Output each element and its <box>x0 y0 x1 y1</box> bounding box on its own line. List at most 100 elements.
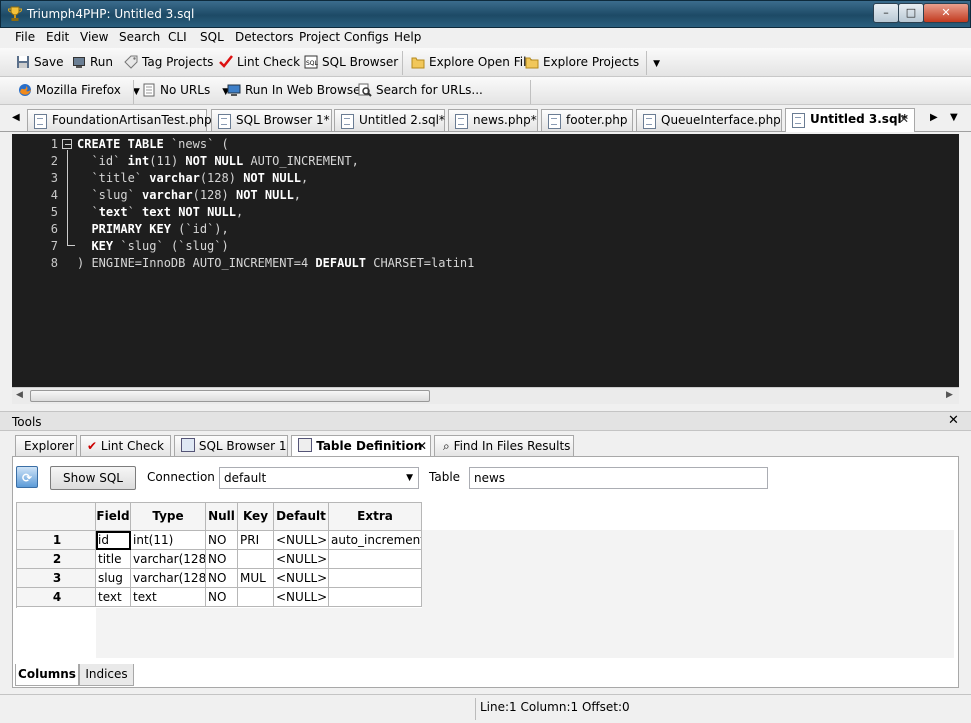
file-tab-bar: ◀ FoundationArtisanTest.php SQL Browser … <box>0 106 971 132</box>
close-window-button[interactable]: ✕ <box>923 3 969 23</box>
tag-projects-button[interactable]: Tag Projects <box>124 52 213 72</box>
menu-view[interactable]: View <box>80 30 108 44</box>
connection-label: Connection <box>147 470 215 484</box>
grid-cell-key[interactable] <box>238 588 274 607</box>
row-header[interactable]: 2 <box>17 550 96 569</box>
tab-indices[interactable]: Indices <box>79 664 134 686</box>
grid-cell-default[interactable]: <NULL> <box>274 588 329 607</box>
tab-foundation-artisan-test[interactable]: FoundationArtisanTest.php <box>27 109 212 131</box>
explore-open-file-button[interactable]: Explore Open File <box>411 52 534 72</box>
column-header[interactable]: Key <box>238 503 274 531</box>
show-sql-button[interactable]: Show SQL <box>50 466 136 490</box>
tag-projects-label: Tag Projects <box>142 55 214 69</box>
grid-cell-null[interactable]: NO <box>206 588 238 607</box>
row-header[interactable]: 4 <box>17 588 96 607</box>
search-for-urls-label: Search for URLs... <box>376 83 483 97</box>
browser-toolbar: Mozilla Firefox ▼ No URLs ▼ Run In Web Bro… <box>0 77 971 105</box>
column-header[interactable]: Field <box>96 503 131 531</box>
menu-file[interactable]: File <box>15 30 35 44</box>
grid-cell-null[interactable]: NO <box>206 569 238 588</box>
menu-edit[interactable]: Edit <box>46 30 69 44</box>
column-header[interactable]: Null <box>206 503 238 531</box>
urls-select[interactable]: No URLs ▼ <box>142 80 229 100</box>
file-icon <box>341 114 354 129</box>
tab-find-in-files-results[interactable]: ⌕ Find In Files Results <box>434 435 574 457</box>
search-for-urls-button[interactable]: Search for URLs... <box>358 80 483 100</box>
grid-cell-key[interactable] <box>238 550 274 569</box>
grid-cell-field[interactable]: title <box>96 550 131 569</box>
editor-horizontal-scrollbar[interactable]: ◀ ▶ <box>12 387 959 404</box>
table-input[interactable]: news <box>469 467 768 489</box>
scroll-left-icon[interactable]: ◀ <box>12 112 20 123</box>
grid-cell-null[interactable]: NO <box>206 550 238 569</box>
tab-sql-browser-1[interactable]: SQL Browser 1 <box>174 435 288 457</box>
grid-corner <box>17 503 96 531</box>
file-icon <box>643 114 656 129</box>
grid-cell-key[interactable]: PRI <box>238 531 274 550</box>
close-tab-icon[interactable]: ✕ <box>899 109 909 130</box>
grid-cell-extra[interactable] <box>329 569 422 588</box>
scroll-left-arrow-icon[interactable]: ◀ <box>16 390 23 400</box>
grid-cell-default[interactable]: <NULL> <box>274 550 329 569</box>
tab-label: Untitled 3.sql* <box>810 112 908 126</box>
grid-cell-default[interactable]: <NULL> <box>274 531 329 550</box>
tab-table-definition[interactable]: Table Definition ✕ <box>291 435 431 457</box>
column-header[interactable]: Default <box>274 503 329 531</box>
tab-queue-interface[interactable]: QueueInterface.php <box>636 109 782 131</box>
grid-cell-extra[interactable] <box>329 550 422 569</box>
tab-footer[interactable]: footer.php <box>541 109 633 131</box>
scroll-right-icon[interactable]: ▶ <box>930 112 938 123</box>
column-header[interactable]: Extra <box>329 503 422 531</box>
row-header[interactable]: 1 <box>17 531 96 550</box>
monitor-icon <box>227 84 241 96</box>
scroll-right-arrow-icon[interactable]: ▶ <box>946 390 953 400</box>
grid-cell-field[interactable]: id <box>96 531 131 550</box>
row-header[interactable]: 3 <box>17 569 96 588</box>
menu-search[interactable]: Search <box>119 30 160 44</box>
run-button[interactable]: Run <box>72 52 113 72</box>
menu-cli[interactable]: CLI <box>168 30 187 44</box>
grid-cell-default[interactable]: <NULL> <box>274 569 329 588</box>
menu-project-configs[interactable]: Project Configs <box>299 30 389 44</box>
grid-cell-type[interactable]: varchar(128) <box>131 569 206 588</box>
save-button[interactable]: Save <box>16 52 63 72</box>
close-tab-icon[interactable]: ✕ <box>417 436 427 456</box>
explore-projects-button[interactable]: Explore Projects ▼ <box>525 52 660 72</box>
tab-lint-check[interactable]: ✔ Lint Check <box>80 435 171 457</box>
menu-help[interactable]: Help <box>394 30 421 44</box>
grid-cell-type[interactable]: text <box>131 588 206 607</box>
code-line: PRIMARY KEY (`id`), <box>91 222 229 236</box>
minimize-button[interactable]: – <box>873 3 899 23</box>
menu-sql[interactable]: SQL <box>200 30 224 44</box>
tab-sql-browser-1[interactable]: SQL Browser 1* <box>211 109 332 131</box>
maximize-button[interactable]: □ <box>898 3 924 23</box>
refresh-button[interactable]: ⟳ <box>16 466 38 488</box>
close-tools-icon[interactable]: ✕ <box>948 413 959 428</box>
column-header[interactable]: Type <box>131 503 206 531</box>
grid-cell-type[interactable]: varchar(128) <box>131 550 206 569</box>
tab-list-icon[interactable]: ▼ <box>950 112 958 123</box>
grid-cell-field[interactable]: slug <box>96 569 131 588</box>
sql-browser-button[interactable]: SQL SQL Browser <box>304 52 398 72</box>
fold-collapse-icon[interactable] <box>62 139 72 149</box>
tab-untitled-2[interactable]: Untitled 2.sql* <box>334 109 445 131</box>
lint-check-button[interactable]: Lint Check <box>219 52 300 72</box>
checkmark-icon <box>219 55 233 68</box>
grid-cell-type[interactable]: int(11) <box>131 531 206 550</box>
grid-cell-extra[interactable] <box>329 588 422 607</box>
tab-columns[interactable]: Columns <box>15 664 79 686</box>
menu-detectors[interactable]: Detectors <box>235 30 294 44</box>
tab-untitled-3[interactable]: Untitled 3.sql* ✕ <box>785 108 915 132</box>
dropdown-arrow-icon[interactable]: ▼ <box>653 59 660 69</box>
run-in-web-browser-button[interactable]: Run In Web Browser <box>227 80 365 100</box>
grid-cell-key[interactable]: MUL <box>238 569 274 588</box>
grid-cell-field[interactable]: text <box>96 588 131 607</box>
grid-cell-null[interactable]: NO <box>206 531 238 550</box>
grid-cell-extra[interactable]: auto_increment <box>329 531 422 550</box>
code-editor[interactable]: 1 2 3 4 5 6 7 8 CREATE TABLE `news` ( `i… <box>12 134 959 387</box>
tab-news[interactable]: news.php* <box>448 109 538 131</box>
scrollbar-thumb[interactable] <box>30 390 430 402</box>
connection-select[interactable]: default ▼ <box>219 467 419 489</box>
browser-select[interactable]: Mozilla Firefox ▼ <box>18 80 140 100</box>
tab-explorer[interactable]: Explorer <box>15 435 77 457</box>
